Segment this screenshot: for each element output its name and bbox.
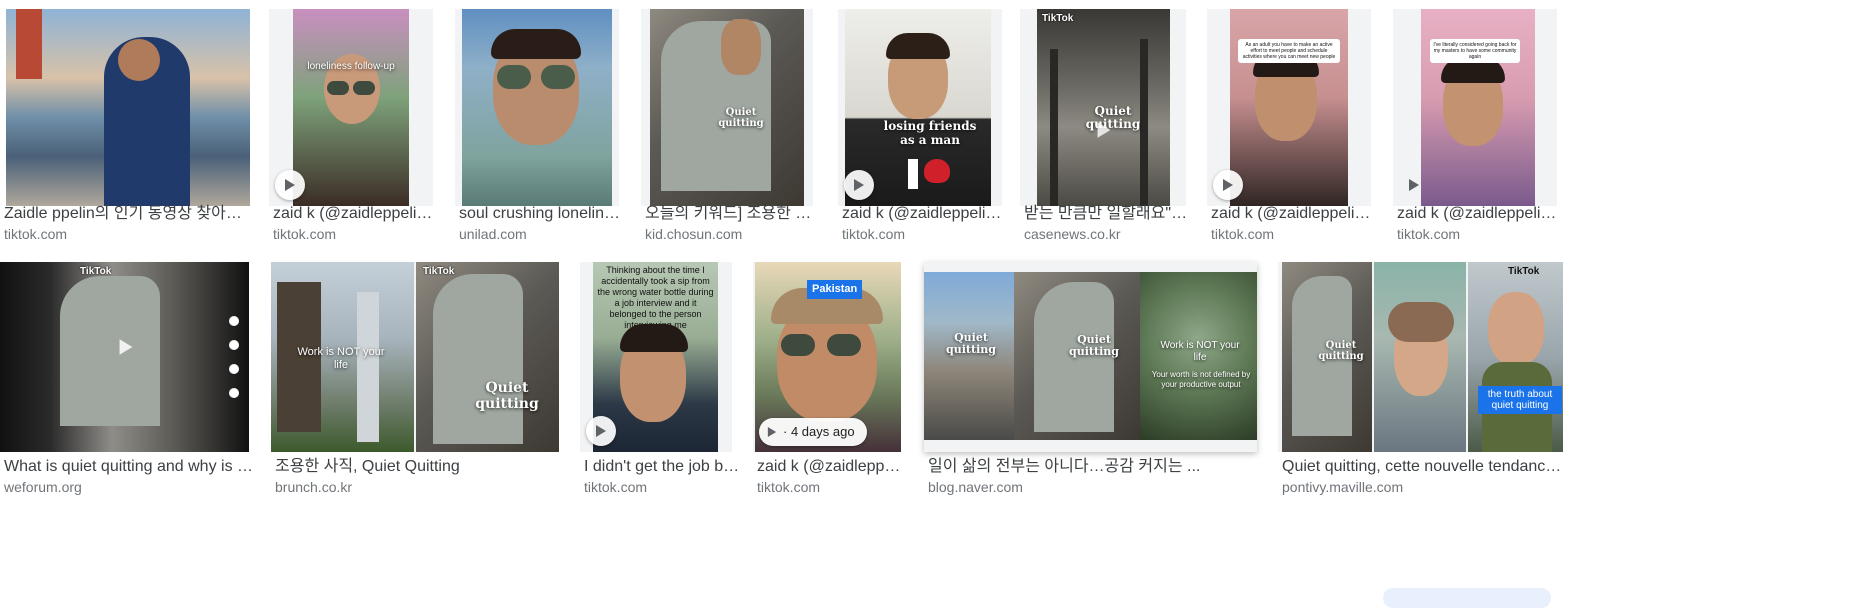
result-source[interactable]: pontivy.maville.com (1282, 478, 1564, 496)
video-overlay-text: losing friends as a man (883, 119, 977, 147)
result-source[interactable]: tiktok.com (273, 225, 440, 243)
play-button[interactable] (1399, 170, 1429, 200)
thumbnail[interactable]: TikTok Quiet quitting (1020, 9, 1186, 206)
video-overlay-text: the truth about quiet quitting (1478, 386, 1562, 414)
image-result[interactable]: soul crushing loneliness ... unilad.com (455, 0, 630, 245)
result-title[interactable]: 오늘의 키워드] 조용한 사직... (645, 204, 812, 224)
tiktok-logo: TikTok (423, 266, 455, 277)
video-action-icons (229, 316, 241, 412)
result-title[interactable]: zaid k (@zaidleppelin) TikTok ... (1397, 204, 1564, 224)
thumbnail[interactable]: Quiet quitting (641, 9, 813, 206)
result-source[interactable]: blog.naver.com (928, 478, 1260, 496)
video-overlay-text: Quiet quitting (718, 107, 764, 129)
result-source[interactable]: kid.chosun.com (645, 225, 812, 243)
thumbnail[interactable]: Pakistan · 4 days ago (753, 262, 901, 452)
thumbnail[interactable]: Quiet quitting Quiet quitting Work is NO… (924, 262, 1257, 452)
image-result[interactable]: I've literally considered going back for… (1393, 0, 1568, 245)
play-icon (1097, 122, 1111, 138)
reply-caption: I've literally considered going back for… (1430, 39, 1520, 63)
result-source[interactable]: tiktok.com (842, 225, 1009, 243)
location-tag: Pakistan (807, 280, 863, 299)
video-overlay-text: Quiet quitting (475, 380, 539, 412)
video-overlay-text: Work is NOT your life (297, 346, 385, 371)
image-result[interactable]: Quiet quitting Quiet quitting Work is NO… (924, 262, 1264, 502)
video-overlay-text: Quiet quitting (1069, 333, 1119, 358)
image-result[interactable]: TikTok Quiet quitting 받는 만큼만 일할래요"......… (1020, 0, 1195, 245)
play-icon (119, 339, 133, 355)
image-result[interactable]: loneliness follow-up zaid k (@zaidleppel… (269, 0, 444, 245)
result-title[interactable]: zaid k (@zaidleppelin) TikTok ... (1211, 204, 1378, 224)
video-overlay-text: Quiet quitting (946, 331, 996, 356)
result-title[interactable]: Quiet quitting, cette nouvelle tendance … (1282, 457, 1564, 477)
result-source[interactable]: casenews.co.kr (1024, 225, 1191, 243)
play-icon (854, 179, 864, 191)
tiktok-logo: TikTok (80, 266, 112, 277)
thumbnail[interactable]: Work is NOT your life TikTok Quiet quitt… (271, 262, 559, 452)
image-result[interactable]: Thinking about the time I accidentally t… (580, 262, 745, 502)
video-overlay-text: Quiet quitting (1085, 104, 1141, 131)
image-result[interactable]: TikTok What is quiet quitting and why is… (0, 262, 260, 502)
result-title[interactable]: I didn't get the job btw ... (584, 457, 741, 477)
result-title[interactable]: 조용한 사직, Quiet Quitting (275, 457, 562, 477)
image-result[interactable]: Zaidle ppelin의 인기 동영상 찾아보기 ... tiktok.co… (0, 0, 260, 245)
result-title[interactable]: zaid k (@zaidleppelin) TikTok ... (273, 204, 440, 224)
video-overlay-text: Your worth is not defined by your produc… (1151, 370, 1251, 389)
thumbnail[interactable]: I've literally considered going back for… (1393, 9, 1557, 206)
play-icon (1409, 179, 1419, 191)
result-source[interactable]: tiktok.com (584, 478, 741, 496)
result-title[interactable]: Zaidle ppelin의 인기 동영상 찾아보기 ... (4, 204, 256, 224)
image-result[interactable]: As an adult you have to make an active e… (1207, 0, 1382, 245)
reply-caption: As an adult you have to make an active e… (1238, 39, 1340, 63)
image-result[interactable]: Quiet quitting TikTok the truth about qu… (1278, 262, 1568, 502)
result-source[interactable]: tiktok.com (1211, 225, 1378, 243)
thumbnail[interactable]: Quiet quitting TikTok the truth about qu… (1278, 262, 1563, 452)
thumbnail[interactable]: TikTok (0, 262, 249, 452)
image-result[interactable]: losing friends as a man zaid k (@zaidlep… (838, 0, 1013, 245)
play-icon (596, 425, 606, 437)
thumbnail[interactable]: losing friends as a man (838, 9, 1002, 206)
tiktok-logo: TikTok (1508, 266, 1540, 277)
floating-bar[interactable] (1383, 588, 1551, 608)
thumbnail[interactable]: Thinking about the time I accidentally t… (580, 262, 732, 452)
result-source[interactable]: brunch.co.kr (275, 478, 562, 496)
play-button[interactable] (275, 170, 305, 200)
video-overlay-text: Work is NOT your life (1160, 340, 1240, 363)
video-overlay-text: Quiet quitting (1318, 340, 1364, 362)
play-button[interactable] (844, 170, 874, 200)
result-title[interactable]: 일이 삶의 전부는 아니다…공감 커지는 ... (928, 457, 1260, 477)
result-title[interactable]: zaid k (@zaidleppelin) ... (757, 457, 909, 477)
result-title[interactable]: What is quiet quitting and why is it ... (4, 457, 256, 477)
video-overlay-text: loneliness follow-up (307, 61, 395, 72)
image-result[interactable]: Quiet quitting 오늘의 키워드] 조용한 사직... kid.ch… (641, 0, 816, 245)
play-button[interactable] (586, 416, 616, 446)
result-source[interactable]: unilad.com (459, 225, 626, 243)
thumbnail[interactable] (6, 9, 250, 206)
result-source[interactable]: tiktok.com (1397, 225, 1564, 243)
thumbnail[interactable] (455, 9, 619, 206)
thumbnail[interactable]: As an adult you have to make an active e… (1207, 9, 1371, 206)
play-icon (767, 427, 777, 437)
image-result[interactable]: Pakistan · 4 days ago zaid k (@zaidleppe… (753, 262, 913, 502)
result-title[interactable]: 받는 만큼만 일할래요"...... (1024, 204, 1191, 224)
video-duration-badge[interactable]: · 4 days ago (759, 418, 867, 446)
result-source[interactable]: tiktok.com (757, 478, 909, 496)
play-button[interactable] (1213, 170, 1243, 200)
result-title[interactable]: soul crushing loneliness ... (459, 204, 626, 224)
result-source[interactable]: weforum.org (4, 478, 256, 496)
tiktok-logo: TikTok (1042, 13, 1074, 24)
time-ago-label: · 4 days ago (783, 424, 855, 439)
thumbnail[interactable]: loneliness follow-up (269, 9, 433, 206)
result-source[interactable]: tiktok.com (4, 225, 256, 243)
result-title[interactable]: zaid k (@zaidleppelin) TikTok ... (842, 204, 1009, 224)
image-result[interactable]: Work is NOT your life TikTok Quiet quitt… (271, 262, 566, 502)
play-icon (1223, 179, 1233, 191)
play-icon (285, 179, 295, 191)
